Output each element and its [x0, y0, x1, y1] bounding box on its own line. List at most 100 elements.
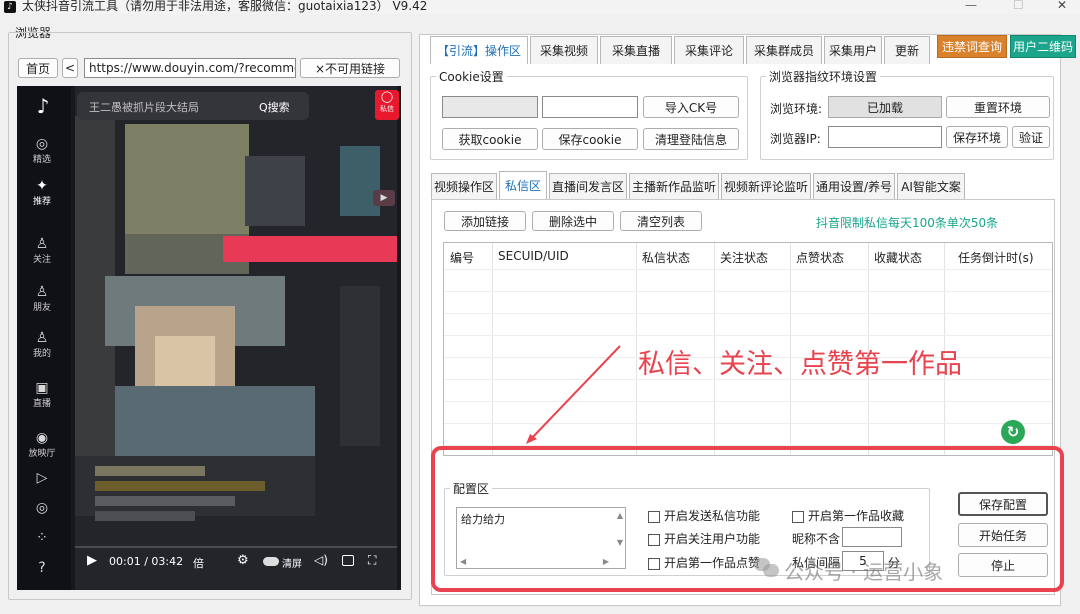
sidebar-item-7[interactable]: ▷: [17, 470, 67, 486]
sidebar-item-6[interactable]: ◉ 放映厅: [17, 430, 67, 459]
follow-option[interactable]: 开启关注用户功能: [648, 530, 760, 547]
player-search-button[interactable]: Q搜索: [259, 99, 290, 115]
send-dm-checkbox[interactable]: [648, 510, 660, 523]
tab-new-comments-monitor[interactable]: 视频新评论监听: [721, 173, 811, 199]
delete-selected-button[interactable]: 删除选中: [532, 211, 614, 231]
nickname-exclude-field[interactable]: [842, 527, 902, 547]
sidebar-item-2[interactable]: ♙ 关注: [17, 236, 67, 265]
speed-button[interactable]: 倍: [193, 555, 204, 571]
like-first-checkbox[interactable]: [648, 557, 660, 570]
tab-update[interactable]: 更新: [884, 36, 930, 64]
col-header-like-status: 点赞状态: [796, 251, 845, 265]
col-header-fav-status: 收藏状态: [874, 251, 923, 265]
sidebar-item-icon: ◎: [35, 136, 49, 152]
refresh-icon[interactable]: ↻: [1001, 420, 1025, 444]
textarea-scroll-up-icon[interactable]: ▲: [617, 511, 623, 520]
pip-icon[interactable]: [342, 555, 354, 566]
settings-icon[interactable]: ⚙: [237, 553, 249, 568]
textarea-scroll-right-icon[interactable]: ▶: [603, 557, 609, 566]
tab-operation[interactable]: 【引流】操作区: [430, 36, 528, 64]
sidebar-item-0[interactable]: ◎ 精选: [17, 136, 67, 165]
fingerprint-group-label: 浏览器指纹环境设置: [766, 68, 881, 85]
sidebar-item-label: 直播: [32, 399, 51, 409]
fav-first-checkbox[interactable]: [792, 510, 804, 523]
like-first-label: 开启第一作品点赞: [664, 556, 761, 570]
start-task-button[interactable]: 开始任务: [958, 523, 1048, 547]
next-video-icon[interactable]: ▶: [373, 190, 395, 206]
sidebar-item-label: 我的: [32, 349, 51, 359]
sidebar-item-1[interactable]: ✦ 推荐: [17, 178, 67, 207]
maximize-button[interactable]: ☐: [1013, 0, 1024, 12]
progress-bar[interactable]: [75, 546, 397, 548]
sidebar-item-label: 朋友: [32, 303, 51, 313]
url-field[interactable]: https://www.douyin.com/?recommend: [84, 58, 296, 78]
sidebar-item-3[interactable]: ♙ 朋友: [17, 284, 67, 313]
tab-video-ops[interactable]: 视频操作区: [431, 173, 497, 199]
cookie-account-field[interactable]: [442, 96, 538, 118]
back-button[interactable]: <: [62, 58, 78, 78]
tab-collect-video[interactable]: 采集视频: [530, 36, 598, 64]
sidebar-item-10[interactable]: ?: [17, 560, 67, 576]
tab-ai-copy[interactable]: AI智能文案: [897, 173, 965, 199]
add-link-button[interactable]: 添加链接: [444, 211, 526, 231]
save-cookie-button[interactable]: 保存cookie: [542, 128, 638, 150]
play-icon[interactable]: ▶: [87, 553, 97, 568]
cookie-value-field[interactable]: [542, 96, 638, 118]
sidebar-item-icon: ▣: [35, 380, 49, 396]
tab-dm[interactable]: 私信区: [499, 171, 547, 199]
tab-new-works-monitor[interactable]: 主播新作品监听: [629, 173, 719, 199]
textarea-scroll-down-icon[interactable]: ▼: [617, 538, 623, 547]
sidebar-item-label: 放映厅: [28, 449, 56, 459]
volume-icon[interactable]: ◁): [314, 553, 328, 567]
textarea-scroll-left-icon[interactable]: ◀: [460, 557, 466, 566]
sidebar-item-5[interactable]: ▣ 直播: [17, 380, 67, 409]
watermark-text: 公众号 · 运营小象: [784, 560, 944, 584]
follow-label: 开启关注用户功能: [664, 532, 761, 546]
col-header-countdown: 任务倒计时(s): [958, 251, 1034, 265]
save-config-button[interactable]: 保存配置: [958, 492, 1048, 516]
reset-env-button[interactable]: 重置环境: [946, 96, 1050, 118]
sidebar-item-4[interactable]: ♙ 我的: [17, 330, 67, 359]
send-dm-option[interactable]: 开启发送私信功能: [648, 507, 760, 524]
env-status: 已加载: [828, 96, 942, 118]
bad-link-button[interactable]: ×不可用链接: [300, 58, 400, 78]
tab-collect-users[interactable]: 采集用户: [824, 36, 882, 64]
clear-login-button[interactable]: 清理登陆信息: [643, 128, 739, 150]
sidebar-item-8[interactable]: ◎: [17, 500, 67, 516]
col-header-secuid: SECUID/UID: [498, 249, 569, 263]
tab-live-chat[interactable]: 直播间发言区: [549, 173, 627, 199]
ip-field[interactable]: [828, 126, 942, 148]
close-button[interactable]: ✕: [1057, 0, 1067, 12]
clear-list-button[interactable]: 清空列表: [620, 211, 702, 231]
stop-button[interactable]: 停止: [958, 553, 1048, 577]
table-column-divider: [492, 243, 493, 455]
like-first-option[interactable]: 开启第一作品点赞: [648, 554, 760, 571]
tab-collect-group[interactable]: 采集群成员: [746, 36, 822, 64]
tab-collect-live[interactable]: 采集直播: [600, 36, 672, 64]
home-button[interactable]: 首页: [18, 58, 58, 78]
fullscreen-icon[interactable]: ⛶: [368, 553, 376, 568]
user-qr-button[interactable]: 用户二维码: [1010, 35, 1076, 58]
send-dm-label: 开启发送私信功能: [664, 509, 761, 523]
banned-words-button[interactable]: 违禁词查询: [937, 35, 1007, 58]
sidebar-item-9[interactable]: ⁘: [17, 530, 67, 546]
follow-checkbox[interactable]: [648, 533, 660, 546]
sidebar-item-label: 推荐: [32, 197, 51, 207]
sidebar-item-icon: ◎: [35, 500, 49, 516]
verify-button[interactable]: 验证: [1012, 126, 1050, 148]
save-env-button[interactable]: 保存环境: [946, 126, 1008, 148]
sidebar-item-icon: ♙: [35, 330, 49, 346]
import-ck-button[interactable]: 导入CK号: [643, 96, 739, 118]
message-textarea[interactable]: 给力给力 ▲ ▼ ◀ ▶: [456, 507, 626, 569]
tab-general-settings[interactable]: 通用设置/养号: [813, 173, 895, 199]
fav-first-option[interactable]: 开启第一作品收藏: [792, 507, 904, 524]
video-player[interactable]: ♪ ◎ 精选 ✦ 推荐 ♙ 关注 ♙ 朋友 ♙ 我的 ▣ 直播 ◉ 放映厅 ▷ ◎ ⁘? 王二愚被抓片段大结局 …: [17, 86, 401, 590]
dm-badge-icon[interactable]: ◯ 私信: [375, 90, 399, 120]
clear-screen-toggle[interactable]: [263, 557, 279, 566]
minimize-button[interactable]: —: [965, 0, 977, 12]
col-header-follow-status: 关注状态: [720, 251, 769, 265]
sidebar-item-icon: ▷: [36, 470, 48, 486]
nickname-exclude-label: 昵称不含: [792, 532, 841, 546]
get-cookie-button[interactable]: 获取cookie: [442, 128, 538, 150]
tab-collect-comments[interactable]: 采集评论: [674, 36, 744, 64]
